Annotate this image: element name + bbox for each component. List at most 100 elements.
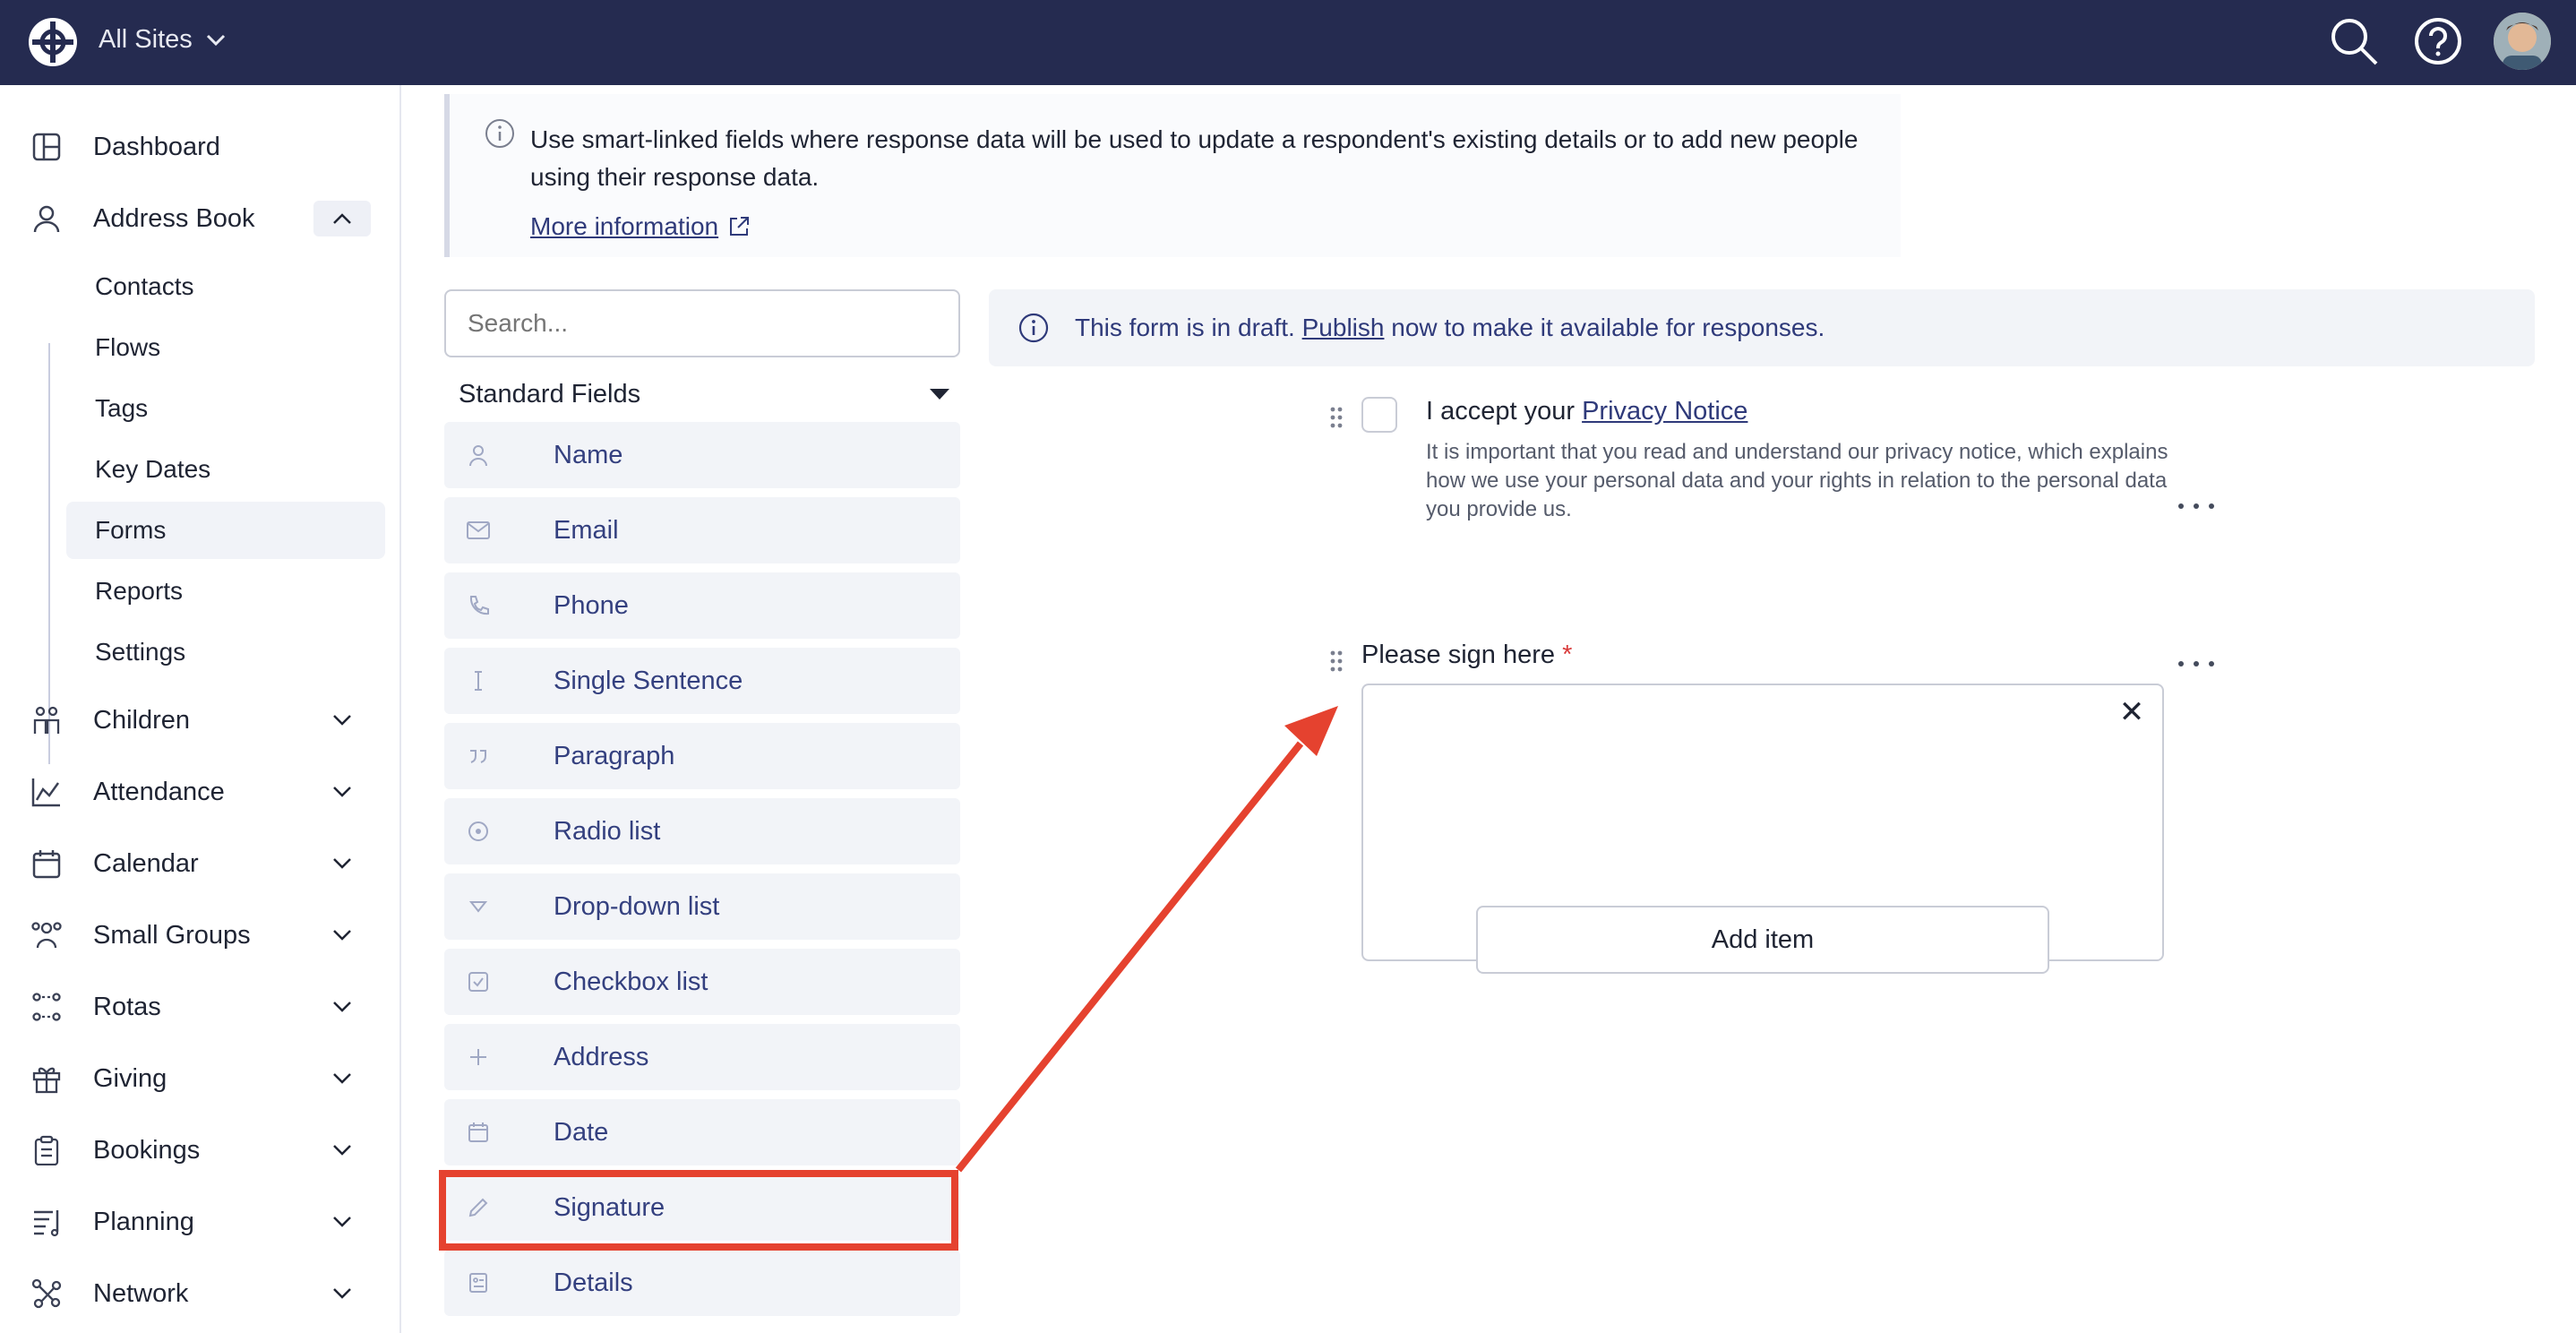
more-options-icon[interactable] xyxy=(2178,658,2214,669)
chevron-down-icon[interactable] xyxy=(324,989,360,1025)
signature-label: Please sign here * xyxy=(1361,641,1572,670)
sidebar-item-address-book[interactable]: Address Book xyxy=(0,187,399,250)
calendar-icon xyxy=(462,1116,494,1148)
signature-label-text: Please sign here xyxy=(1361,641,1556,669)
field-label: Date xyxy=(554,1117,609,1147)
more-information-label: More information xyxy=(530,212,719,240)
field-drop-down-list[interactable]: Drop-down list xyxy=(444,873,960,940)
more-options-icon[interactable] xyxy=(2178,501,2214,512)
sidebar-subitem-label: Forms xyxy=(95,516,167,544)
field-label: Checkbox list xyxy=(554,967,708,996)
sidebar-subitem-key-dates[interactable]: Key Dates xyxy=(66,441,385,498)
children-icon xyxy=(29,702,64,738)
logo-icon[interactable] xyxy=(27,16,79,68)
caret-down-icon xyxy=(930,389,949,400)
chevron-down-icon[interactable] xyxy=(324,1061,360,1096)
field-phone[interactable]: Phone xyxy=(444,572,960,639)
group-icon xyxy=(29,917,64,953)
field-label: Single Sentence xyxy=(554,666,743,695)
triangle-down-icon xyxy=(462,890,494,923)
field-date[interactable]: Date xyxy=(444,1099,960,1165)
chevron-down-icon[interactable] xyxy=(324,917,360,953)
info-text: Use smart-linked fields where response d… xyxy=(530,125,1859,191)
sidebar-subitem-contacts[interactable]: Contacts xyxy=(66,258,385,315)
search-input[interactable] xyxy=(444,289,960,357)
field-single-sentence[interactable]: Single Sentence xyxy=(444,648,960,714)
privacy-checkbox[interactable] xyxy=(1361,397,1397,433)
sidebar-subitem-reports[interactable]: Reports xyxy=(66,563,385,620)
field-address[interactable]: Address xyxy=(444,1024,960,1090)
field-email[interactable]: Email xyxy=(444,497,960,563)
chevron-down-icon xyxy=(206,34,225,46)
chevron-down-icon[interactable] xyxy=(324,774,360,810)
avatar[interactable] xyxy=(2494,13,2551,70)
chevron-down-icon[interactable] xyxy=(324,1276,360,1312)
publish-link[interactable]: Publish xyxy=(1302,314,1385,341)
chevron-up-icon[interactable] xyxy=(313,201,371,236)
clear-signature-icon[interactable]: ✕ xyxy=(2114,694,2150,730)
sidebar-item-label: Planning xyxy=(93,1207,194,1236)
field-label: Paragraph xyxy=(554,741,675,770)
external-link-icon xyxy=(730,217,750,236)
sidebar-subitem-settings[interactable]: Settings xyxy=(66,624,385,681)
field-radio-list[interactable]: Radio list xyxy=(444,798,960,864)
text-cursor-icon xyxy=(462,665,494,697)
sidebar-item-children[interactable]: Children xyxy=(0,689,399,752)
sidebar-subitem-forms[interactable]: Forms xyxy=(66,502,385,559)
network-icon xyxy=(29,1276,64,1312)
chevron-down-icon[interactable] xyxy=(324,702,360,738)
sidebar-subitem-label: Contacts xyxy=(95,272,194,300)
field-label: Details xyxy=(554,1268,633,1297)
sidebar-item-planning[interactable]: Planning xyxy=(0,1191,399,1253)
sidebar-item-giving[interactable]: Giving xyxy=(0,1047,399,1110)
search-icon[interactable] xyxy=(2325,13,2383,70)
planning-icon xyxy=(29,1204,64,1240)
sidebar-item-network[interactable]: Network xyxy=(0,1262,399,1325)
field-label: Email xyxy=(554,515,619,545)
field-paragraph[interactable]: Paragraph xyxy=(444,723,960,789)
add-item-button[interactable]: Add item xyxy=(1476,906,2049,974)
field-details[interactable]: Details xyxy=(444,1250,960,1316)
person-icon xyxy=(29,201,64,236)
standard-fields-dropdown[interactable]: Standard Fields xyxy=(459,372,949,417)
sidebar-item-label: Dashboard xyxy=(93,132,220,161)
privacy-consent-label: I accept your Privacy Notice xyxy=(1426,397,1747,426)
sidebar-subitem-flows[interactable]: Flows xyxy=(66,319,385,376)
chevron-down-icon[interactable] xyxy=(324,1204,360,1240)
drag-handle-icon[interactable] xyxy=(1327,648,1345,675)
help-icon[interactable] xyxy=(2409,13,2467,70)
site-selector[interactable]: All Sites xyxy=(99,25,227,55)
rota-icon xyxy=(29,989,64,1025)
sidebar-item-small-groups[interactable]: Small Groups xyxy=(0,904,399,967)
field-name[interactable]: Name xyxy=(444,422,960,488)
sidebar-item-label: Small Groups xyxy=(93,920,251,950)
sidebar-item-label: Calendar xyxy=(93,848,199,878)
draft-prefix: This form is in draft. xyxy=(1075,314,1302,341)
sidebar-item-calendar[interactable]: Calendar xyxy=(0,832,399,895)
chevron-down-icon[interactable] xyxy=(324,846,360,882)
field-label: Phone xyxy=(554,590,629,620)
field-checkbox-list[interactable]: Checkbox list xyxy=(444,949,960,1015)
sidebar-item-attendance[interactable]: Attendance xyxy=(0,761,399,823)
smart-fields-info: Use smart-linked fields where response d… xyxy=(444,94,1901,257)
main-content: Use smart-linked fields where response d… xyxy=(401,85,2576,1333)
drag-handle-icon[interactable] xyxy=(1327,404,1345,431)
info-icon xyxy=(1018,313,1049,343)
more-information-link[interactable]: More information xyxy=(530,212,751,241)
sidebar-subitem-tags[interactable]: Tags xyxy=(66,380,385,437)
privacy-notice-link[interactable]: Privacy Notice xyxy=(1582,397,1747,426)
site-selector-label: All Sites xyxy=(99,25,193,54)
sidebar-subitem-label: Key Dates xyxy=(95,455,211,483)
sidebar-item-rotas[interactable]: Rotas xyxy=(0,976,399,1038)
draft-banner: This form is in draft. Publish now to ma… xyxy=(989,289,2535,366)
chevron-down-icon[interactable] xyxy=(324,1132,360,1168)
sidebar-item-label: Address Book xyxy=(93,203,255,233)
phone-icon xyxy=(462,589,494,622)
consent-prefix: I accept your xyxy=(1426,397,1583,426)
privacy-consent-help: It is important that you read and unders… xyxy=(1426,440,2168,521)
sidebar-item-bookings[interactable]: Bookings xyxy=(0,1119,399,1182)
sidebar-item-dashboard[interactable]: Dashboard xyxy=(0,116,399,178)
gift-icon xyxy=(29,1061,64,1096)
sidebar-item-label: Bookings xyxy=(93,1135,201,1165)
sidebar-item-label: Children xyxy=(93,705,190,735)
